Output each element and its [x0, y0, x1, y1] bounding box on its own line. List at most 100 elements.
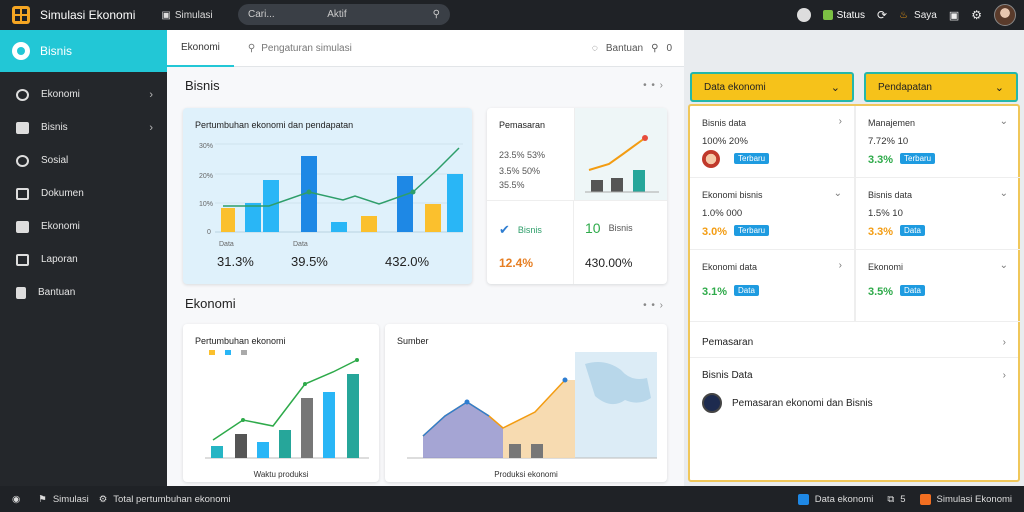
bar	[531, 444, 543, 458]
sidebar-item-dokumen[interactable]: Dokumen	[0, 177, 167, 210]
marketing-line-1: 23.5% 53%	[499, 150, 546, 160]
bottom-count[interactable]: ⧉ 5	[887, 494, 905, 505]
search-icon[interactable]: ⚲	[433, 9, 440, 20]
bar	[447, 174, 463, 232]
mail-icon: ⧉	[887, 493, 895, 505]
sidebar-header[interactable]: Bisnis	[0, 30, 167, 72]
sidebar-item-sosial[interactable]: Sosial	[0, 144, 167, 177]
dropdown-label: Pendapatan	[878, 81, 932, 93]
section-title-ekonomi: Ekonomi	[185, 296, 236, 311]
sidebar-item-label: Laporan	[41, 254, 78, 265]
status-badge[interactable]: Status	[822, 10, 865, 21]
sidebar-item-label: Ekonomi	[41, 89, 80, 100]
user-menu[interactable]: ♨ Saya	[899, 10, 937, 21]
help-icon[interactable]: ◌	[592, 43, 598, 54]
bar	[257, 442, 269, 458]
chevron-right-icon: ›	[1002, 337, 1006, 348]
stat-label: Data	[219, 241, 234, 248]
bar	[235, 434, 247, 458]
chevron-right-icon: ›	[149, 88, 153, 101]
list-row-bisnis-data[interactable]: Bisnis Data ›	[690, 360, 1018, 390]
more-options-icon[interactable]: • • ›	[643, 300, 664, 311]
people-icon	[16, 154, 29, 167]
cell-percent: 3.1%	[702, 286, 728, 298]
sidebar-item-label: Bantuan	[38, 287, 76, 298]
stat-label: Data	[293, 241, 308, 248]
tab-ekonomi[interactable]: Ekonomi	[167, 30, 234, 67]
cell-title: Bisnis data	[868, 190, 913, 200]
marketing-text-block: Pemasaran 23.5% 53% 3.5% 50% 35.5%	[487, 108, 575, 200]
play-icon[interactable]	[796, 8, 811, 22]
list-item[interactable]: Manajemen ⌄ 7.72% 10 3.3% Terbaru	[856, 106, 1020, 178]
row-label: Pemasaran	[702, 337, 754, 348]
kpi-left-head: ✔ Bisnis	[499, 222, 542, 238]
cell-title: Ekonomi bisnis	[702, 190, 763, 200]
tab-pengaturan-simulasi[interactable]: ⚲ Pengaturan simulasi	[234, 30, 366, 67]
source-chart-svg	[407, 352, 657, 459]
data-icon	[797, 493, 809, 505]
divider	[487, 200, 667, 201]
kpi-right-value: 10	[585, 220, 601, 236]
economic-growth-svg	[205, 350, 369, 459]
sidebar-item-ekonomi-2[interactable]: Ekonomi	[0, 210, 167, 243]
list-item[interactable]: Bisnis data › 100% 20% Terbaru	[690, 106, 854, 178]
sidebar-item-laporan[interactable]: Laporan	[0, 243, 167, 276]
person-icon: ⚑	[38, 493, 47, 505]
cell-value: 7.72% 10	[868, 136, 909, 147]
summary-list: Bisnis data › 100% 20% Terbaru Manajemen…	[688, 104, 1020, 482]
bookmark-icon	[16, 286, 26, 299]
pendapatan-dropdown[interactable]: Pendapatan ⌄	[864, 72, 1018, 102]
bar	[323, 392, 335, 458]
chat-icon	[12, 42, 30, 60]
trend-line	[223, 147, 460, 207]
app-logo-icon[interactable]	[12, 6, 30, 24]
x-axis-label: Waktu produksi	[253, 470, 309, 479]
sidebar-item-bantuan[interactable]: Bantuan	[0, 276, 167, 309]
bottom-label: Total pertumbuhan ekonomi	[113, 493, 231, 505]
sidebar-item-bisnis[interactable]: Bisnis ›	[0, 111, 167, 144]
settings-icon[interactable]: ⚙	[971, 8, 982, 22]
share-icon[interactable]: ⚲	[651, 43, 658, 54]
list-row-pemasaran-ekonomi[interactable]: Pemasaran ekonomi dan Bisnis	[690, 388, 1018, 418]
list-item[interactable]: Ekonomi ⌄ 3.5% Data	[856, 250, 1020, 322]
divider	[573, 200, 574, 284]
bottom-simulasi[interactable]: ◉ ⚑ Simulasi	[12, 494, 89, 505]
report-icon	[16, 253, 29, 266]
chevron-down-icon: ⌄	[999, 116, 1008, 127]
list-item[interactable]: Bisnis data ⌄ 1.5% 10 3.3% Data	[856, 178, 1020, 250]
simulasi-nav-link[interactable]: ▣ Simulasi	[161, 10, 212, 21]
screen-icon[interactable]: ▣	[949, 9, 959, 22]
stat-value: 432.0%	[385, 254, 430, 269]
legend-swatch	[241, 350, 247, 355]
list-item[interactable]: Ekonomi data › 3.1% Data	[690, 250, 854, 322]
bottom-data-link[interactable]: Data ekonomi	[797, 493, 873, 505]
search-mode-label: Aktif	[327, 9, 347, 20]
sidebar-item-ekonomi[interactable]: Ekonomi ›	[0, 78, 167, 111]
tab-bar: Ekonomi ⚲ Pengaturan simulasi ◌ Bantuan …	[167, 30, 684, 67]
bar	[301, 398, 313, 458]
help-link[interactable]: Bantuan	[606, 43, 643, 54]
status-badge: Terbaru	[734, 153, 770, 164]
y-tick: 30%	[199, 143, 213, 150]
gear-icon: ⚙	[98, 493, 108, 505]
list-item[interactable]: Ekonomi bisnis ⌄ 1.0% 000 3.0% Terbaru	[690, 178, 854, 250]
status-badge: Terbaru	[734, 225, 770, 236]
leaf-icon: ✔	[499, 222, 510, 237]
data-ekonomi-dropdown[interactable]: Data ekonomi ⌄	[690, 72, 854, 102]
panel-title: Pemasaran	[499, 120, 546, 130]
cell-title: Ekonomi	[868, 262, 904, 272]
refresh-icon[interactable]: ⟳	[877, 8, 887, 22]
bottom-label: Simulasi	[52, 493, 89, 505]
more-options-icon[interactable]: • • ›	[643, 80, 664, 91]
list-row-pemasaran[interactable]: Pemasaran ›	[690, 328, 1018, 358]
document-icon	[16, 187, 29, 200]
sidebar-item-label: Sosial	[41, 155, 69, 166]
bottom-growth-link[interactable]: ⚙ Total pertumbuhan ekonomi	[99, 494, 231, 505]
chevron-down-icon: ⌄	[833, 188, 842, 199]
sidebar-item-label: Bisnis	[41, 122, 68, 133]
search-input[interactable]: Cari... Aktif ⚲	[238, 4, 450, 25]
avatar[interactable]	[994, 4, 1016, 26]
bottom-app-link[interactable]: Simulasi Ekonomi	[919, 493, 1012, 505]
cell-title: Manajemen	[868, 118, 916, 128]
bottom-count-label: 5	[900, 493, 906, 505]
